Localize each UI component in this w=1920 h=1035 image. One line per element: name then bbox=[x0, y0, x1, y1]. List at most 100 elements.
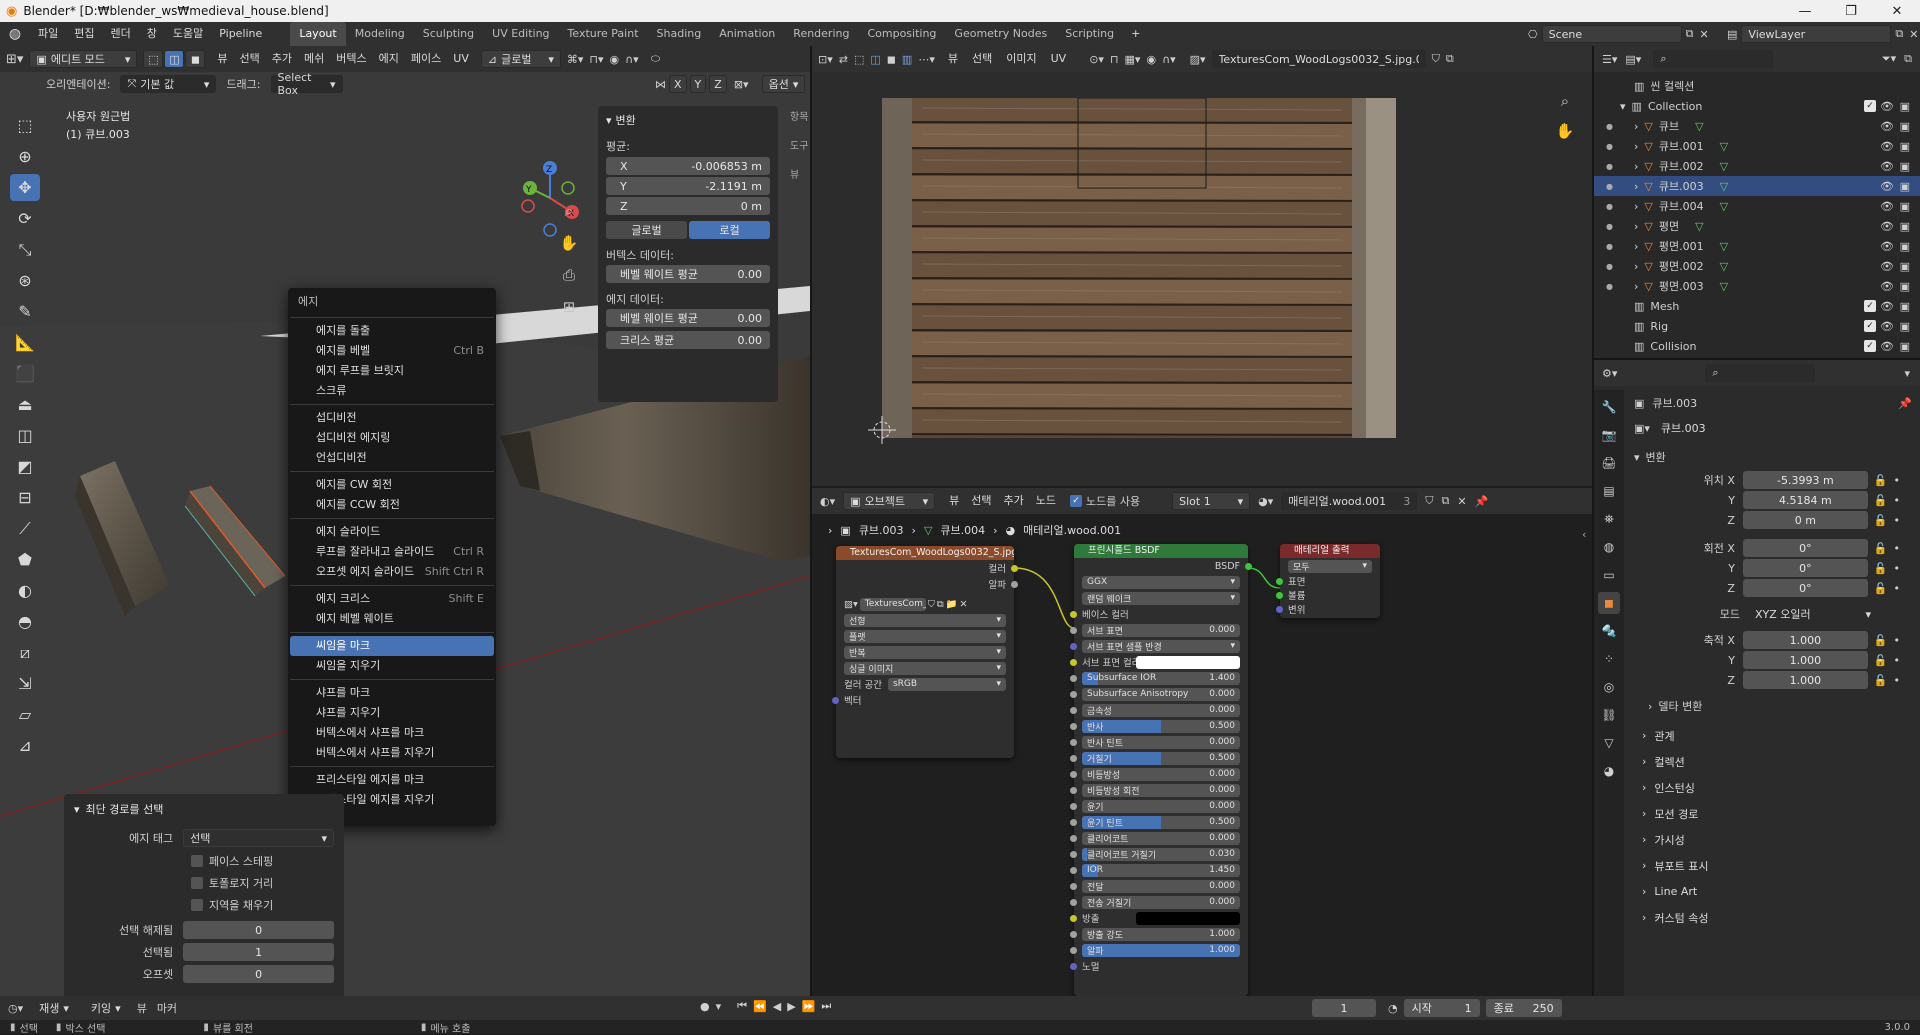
bsdf-input-row[interactable]: 서브 표면 샘플 반경 ▾ bbox=[1070, 638, 1248, 654]
sidebar-tab-view[interactable]: 뷰 bbox=[790, 166, 808, 181]
start-frame-field[interactable]: 시작 1 bbox=[1403, 999, 1480, 1017]
redo-panel-header[interactable]: ▾ 최단 경로를 선택 bbox=[74, 800, 334, 818]
render-camera-icon[interactable]: ▣ bbox=[1900, 340, 1910, 353]
play-reverse-icon[interactable]: ◀ bbox=[773, 1000, 781, 1013]
median-y-field[interactable]: Y -2.1191 m bbox=[606, 177, 770, 195]
vertex-select-icon[interactable]: ⬚ bbox=[143, 50, 164, 68]
collection-exclude-checkbox[interactable]: ✓ bbox=[1864, 320, 1876, 332]
bsdf-input-row[interactable]: 윤기 0.000 bbox=[1070, 798, 1248, 814]
mode-selector[interactable]: ▣ 에디트 모드 ▾ bbox=[29, 50, 138, 68]
bsdf-input-socket[interactable] bbox=[1070, 706, 1077, 714]
lock-icon[interactable]: 🔓 bbox=[1874, 562, 1888, 575]
transform-panel-header[interactable]: ▾ 변환 bbox=[606, 110, 770, 130]
viewport-menu-4[interactable]: 버텍스 bbox=[330, 47, 372, 71]
image-menu-0[interactable]: 뷰 bbox=[941, 47, 965, 71]
mesh-data-icon[interactable]: ▽ bbox=[1720, 260, 1728, 273]
outliner-object-row[interactable]: ● › ▽ 평면.003 ▽ 👁 ▣ bbox=[1594, 276, 1920, 296]
render-camera-icon[interactable]: ▣ bbox=[1900, 300, 1910, 313]
bevel-icon[interactable]: ◩ bbox=[10, 453, 40, 480]
displacement-input-socket[interactable] bbox=[1276, 605, 1283, 613]
viewport-menu-3[interactable]: 메쉬 bbox=[298, 47, 330, 71]
new-collection-icon[interactable]: ⧉ bbox=[1904, 52, 1912, 66]
collection-exclude-checkbox[interactable]: ✓ bbox=[1864, 100, 1876, 112]
keyframe-dot-icon[interactable]: • bbox=[1894, 494, 1901, 507]
properties-section-header[interactable]: › Line Art bbox=[1628, 878, 1920, 904]
bsdf-input-socket[interactable] bbox=[1070, 802, 1077, 810]
sss-method-dropdown[interactable]: 랜덤 웨이크 ▾ bbox=[1082, 591, 1240, 605]
local-toggle[interactable]: 로컬 bbox=[689, 221, 770, 239]
bsdf-input-socket[interactable] bbox=[1070, 674, 1077, 682]
viewport-menu-7[interactable]: UV bbox=[447, 47, 475, 71]
fill-region-option[interactable]: 지역을 채우기 bbox=[191, 896, 334, 914]
node-sidebar-toggle[interactable]: ‹ bbox=[1582, 528, 1586, 541]
scene-collection-row[interactable]: ▥ 씬 컬렉션 bbox=[1594, 76, 1920, 96]
visibility-eye-icon[interactable]: 👁 bbox=[1880, 260, 1894, 273]
workspace-tab-4[interactable]: Texture Paint bbox=[559, 22, 648, 46]
mesh-data-icon[interactable]: ▽ bbox=[1695, 220, 1703, 233]
bsdf-input-row[interactable]: 반사 틴트 0.000 bbox=[1070, 734, 1248, 750]
outliner-object-row[interactable]: ● › ▽ 큐브.003 ▽ 👁 ▣ bbox=[1594, 176, 1920, 196]
topology-distance-option[interactable]: 토폴로지 거리 bbox=[191, 874, 334, 892]
smooth-icon[interactable]: ◓ bbox=[10, 608, 40, 635]
bsdf-node-header[interactable]: 프린시플드 BSDF bbox=[1074, 544, 1248, 558]
viewport-menu-2[interactable]: 추가 bbox=[266, 47, 298, 71]
lock-icon[interactable]: 🔓 bbox=[1874, 474, 1888, 487]
workspace-tab-10[interactable]: Scripting bbox=[1056, 22, 1123, 46]
transform-icon[interactable]: ⊛ bbox=[10, 267, 40, 294]
outliner-object-row[interactable]: ● › ▽ 큐브.004 ▽ 👁 ▣ bbox=[1594, 196, 1920, 216]
knife-icon[interactable]: ⟋ bbox=[10, 515, 40, 542]
bsdf-input-row[interactable]: IOR 1.450 bbox=[1070, 862, 1248, 878]
uv-proportional-icon[interactable]: ◉ bbox=[1146, 53, 1156, 66]
bsdf-input-socket[interactable] bbox=[1070, 882, 1077, 890]
context-menu-item[interactable]: 오프셋 에지 슬라이드 Shift Ctrl R bbox=[290, 562, 494, 582]
transform-value-field[interactable]: 1.000 bbox=[1742, 631, 1868, 649]
bsdf-value-slider[interactable]: 반사 틴트 0.000 bbox=[1082, 735, 1240, 749]
jump-end-icon[interactable]: ⏭ bbox=[821, 999, 831, 1013]
render-camera-icon[interactable]: ▣ bbox=[1900, 140, 1910, 153]
output-icon[interactable]: 🖨 bbox=[1598, 452, 1620, 474]
image-editor-type-icon[interactable]: ⊡▾ bbox=[818, 53, 833, 66]
source-dropdown[interactable]: 싱글 이미지 ▾ bbox=[844, 661, 1006, 675]
properties-section-header[interactable]: › 컬렉션 bbox=[1628, 748, 1920, 774]
bsdf-input-socket[interactable] bbox=[1070, 626, 1077, 634]
visibility-eye-icon[interactable]: 👁 bbox=[1880, 120, 1894, 133]
bsdf-input-row[interactable]: 방출 강도 1.000 bbox=[1070, 926, 1248, 942]
add-cube-icon[interactable]: ⬛ bbox=[10, 360, 40, 387]
bsdf-value-slider[interactable]: 금속성 0.000 bbox=[1082, 703, 1240, 717]
shader-node-editor[interactable]: ◐▾ ▣ 오브젝트 ▾ 뷰 선택 추가 노드 ✓ 노드를 사용 Slot 1 ▾ ◕▾ 매테리… bbox=[812, 488, 1592, 996]
menu-item-3[interactable]: 창 bbox=[139, 22, 165, 46]
fill-region-checkbox[interactable] bbox=[191, 899, 203, 911]
render-icon[interactable]: 📷 bbox=[1598, 424, 1620, 446]
visibility-eye-icon[interactable]: 👁 bbox=[1880, 180, 1894, 193]
context-menu-item[interactable]: 에지 루프를 브릿지 bbox=[290, 361, 494, 381]
timeline-markers-menu[interactable]: 마커 bbox=[157, 1000, 177, 1016]
distribution-dropdown[interactable]: GGX ▾ bbox=[1082, 575, 1240, 589]
bsdf-input-row[interactable]: 서브 표면 0.000 bbox=[1070, 622, 1248, 638]
visibility-eye-icon[interactable]: 👁 bbox=[1880, 200, 1894, 213]
object-icon[interactable]: ◼ bbox=[1598, 592, 1620, 614]
bsdf-dropdown[interactable]: 서브 표면 샘플 반경 ▾ bbox=[1082, 639, 1240, 653]
collection-icon[interactable]: ▭ bbox=[1598, 564, 1620, 586]
mirror-z-toggle[interactable]: Z bbox=[709, 75, 727, 93]
median-z-field[interactable]: Z 0 m bbox=[606, 197, 770, 215]
context-menu-item[interactable]: 버텍스에서 샤프를 지우기 bbox=[290, 743, 494, 763]
bsdf-value-slider[interactable]: 반사 0.500 bbox=[1082, 719, 1240, 733]
drag-selector[interactable]: Select Box ▾ bbox=[270, 71, 343, 97]
scene-selector[interactable]: Scene bbox=[1541, 25, 1682, 43]
sidebar-tab-tool[interactable]: 도구 bbox=[790, 137, 808, 152]
fake-user-icon[interactable]: ⛉ bbox=[1432, 52, 1440, 66]
workspace-tab-3[interactable]: UV Editing bbox=[483, 22, 558, 46]
bsdf-value-slider[interactable]: 비등방성 0.000 bbox=[1082, 767, 1240, 781]
spin-icon[interactable]: ◐ bbox=[10, 577, 40, 604]
output-target-dropdown[interactable]: 모두 ▾ bbox=[1288, 559, 1372, 573]
pivot-icon[interactable]: ⌘▾ bbox=[567, 53, 584, 66]
image-datablock-field[interactable]: TexturesCom_W... bbox=[859, 597, 926, 611]
zoom-icon[interactable]: ⌕ bbox=[556, 198, 582, 224]
properties-options-icon[interactable]: ▾ bbox=[1904, 367, 1910, 380]
bsdf-value-slider[interactable]: 윤기 틴트 0.500 bbox=[1082, 815, 1240, 829]
playback-menu[interactable]: 재생 ▾ bbox=[33, 999, 75, 1017]
data-icon[interactable]: ▽ bbox=[1598, 732, 1620, 754]
workspace-tab-6[interactable]: Animation bbox=[710, 22, 784, 46]
image-menu-1[interactable]: 선택 bbox=[965, 47, 999, 71]
bsdf-value-slider[interactable]: 방출 강도 1.000 bbox=[1082, 927, 1240, 941]
